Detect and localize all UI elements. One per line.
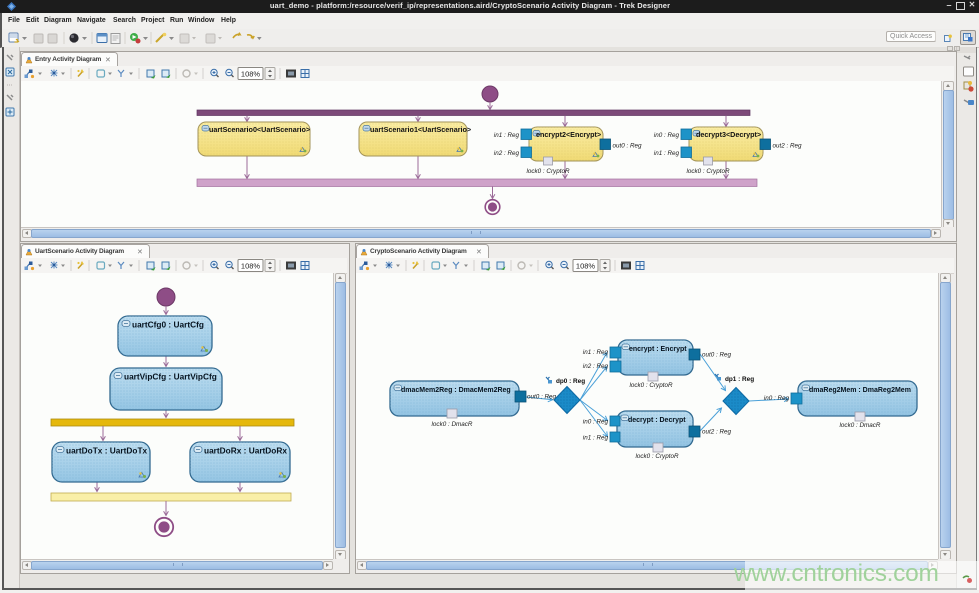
svg-text:uartScenario0<UartScenario>: uartScenario0<UartScenario> (209, 125, 310, 134)
svg-text:dmaReg2Mem : DmaReg2Mem: dmaReg2Mem : DmaReg2Mem (809, 387, 911, 394)
svg-text:out0 : Reg: out0 : Reg (702, 352, 732, 359)
svg-text:uartCfg0 : UartCfg: uartCfg0 : UartCfg (132, 320, 204, 330)
svg-text:out2 : Reg: out2 : Reg (773, 143, 803, 150)
svg-text:lock0 : CryptoR: lock0 : CryptoR (629, 382, 672, 389)
svg-text:lock0 : DmacR: lock0 : DmacR (840, 422, 881, 429)
svg-text:dp0 : Reg: dp0 : Reg (556, 378, 585, 385)
svg-text:lock0 : CryptoR: lock0 : CryptoR (526, 168, 569, 175)
svg-text:in1 : Reg: in1 : Reg (494, 132, 520, 139)
svg-text:decrypt : Decrypt: decrypt : Decrypt (628, 417, 686, 424)
svg-text:out2 : Reg: out2 : Reg (702, 429, 732, 436)
svg-text:in0 : Reg: in0 : Reg (654, 132, 680, 139)
svg-text:out0 : Reg: out0 : Reg (613, 143, 643, 150)
svg-text:uartVipCfg : UartVipCfg: uartVipCfg : UartVipCfg (124, 372, 217, 382)
svg-text:dmacMem2Reg : DmacMem2Reg: dmacMem2Reg : DmacMem2Reg (401, 387, 511, 394)
svg-text:out0 : Reg: out0 : Reg (527, 394, 557, 401)
svg-text:encrypt : Encrypt: encrypt : Encrypt (629, 346, 687, 353)
svg-text:in1 : Reg: in1 : Reg (583, 435, 609, 442)
svg-text:lock0 : CryptoR: lock0 : CryptoR (686, 168, 729, 175)
svg-text:lock0 : CryptoR: lock0 : CryptoR (635, 453, 678, 460)
svg-text:108%: 108% (576, 262, 596, 271)
svg-text:dp1 : Reg: dp1 : Reg (725, 376, 754, 383)
svg-text:in1 : Reg: in1 : Reg (583, 349, 609, 356)
svg-text:108%: 108% (241, 70, 261, 79)
svg-text:encrypt2<Encrypt>: encrypt2<Encrypt> (536, 130, 601, 139)
svg-text:uartScenario1<UartScenario>: uartScenario1<UartScenario> (370, 125, 471, 134)
svg-text:in0 : Reg: in0 : Reg (764, 395, 790, 402)
svg-text:lock0 : DmacR: lock0 : DmacR (432, 421, 473, 428)
svg-text:in0 : Reg: in0 : Reg (583, 419, 609, 426)
svg-text:decrypt3<Decrypt>: decrypt3<Decrypt> (696, 130, 761, 139)
svg-text:in1 : Reg: in1 : Reg (654, 150, 680, 157)
svg-text:uartDoTx : UartDoTx: uartDoTx : UartDoTx (66, 446, 148, 456)
svg-text:in2 : Reg: in2 : Reg (583, 363, 609, 370)
svg-text:in2 : Reg: in2 : Reg (494, 150, 520, 157)
svg-text:uartDoRx : UartDoRx: uartDoRx : UartDoRx (204, 446, 287, 456)
svg-text:108%: 108% (241, 262, 261, 271)
